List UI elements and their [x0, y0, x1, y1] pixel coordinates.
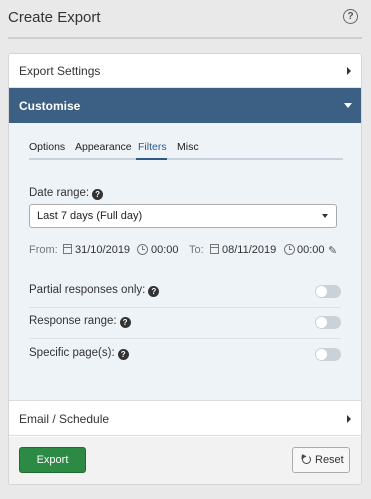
- help-icon[interactable]: ?: [119, 317, 131, 328]
- option-specific-pages: Specific page(s):?: [29, 339, 341, 369]
- tab-misc[interactable]: Misc: [177, 141, 199, 153]
- option-response-range: Response range:?: [29, 307, 341, 337]
- partial-responses-toggle[interactable]: [315, 285, 341, 298]
- section-customise-label: Customise: [19, 98, 81, 113]
- help-icon[interactable]: ?: [343, 9, 358, 24]
- pencil-icon[interactable]: ✎: [328, 244, 337, 257]
- from-label: From:: [29, 244, 58, 256]
- reset-icon: [302, 455, 311, 464]
- active-tab-indicator: [136, 158, 167, 160]
- date-range-readout: From: 31/10/2019 00:00 To: 08/11/2019 00…: [29, 243, 349, 259]
- option-label-text: Specific page(s):: [29, 347, 115, 359]
- calendar-icon[interactable]: [210, 244, 219, 254]
- specific-pages-toggle[interactable]: [315, 348, 341, 361]
- from-time[interactable]: 00:00: [151, 244, 179, 256]
- dialog-header: Create Export ?: [0, 0, 371, 39]
- tab-bar: Options Appearance Filters Misc: [29, 138, 343, 160]
- option-label: Partial responses only:?: [29, 284, 160, 297]
- option-label-text: Response range:: [29, 315, 117, 327]
- date-range-value: Last 7 days (Full day): [37, 210, 143, 222]
- section-email-schedule[interactable]: Email / Schedule: [9, 402, 361, 436]
- response-range-toggle[interactable]: [315, 316, 341, 329]
- option-label-text: Partial responses only:: [29, 284, 146, 296]
- export-button[interactable]: Export: [19, 447, 86, 473]
- export-panel: Export Settings Customise Options Appear…: [8, 53, 362, 485]
- chevron-right-icon: [347, 415, 351, 423]
- chevron-right-icon: [347, 67, 351, 75]
- to-date[interactable]: 08/11/2019: [222, 244, 276, 256]
- reset-button[interactable]: Reset: [292, 447, 350, 473]
- reset-button-label: Reset: [315, 454, 344, 466]
- calendar-icon[interactable]: [63, 244, 72, 254]
- tab-filters[interactable]: Filters: [138, 141, 167, 153]
- option-partial-responses: Partial responses only:?: [29, 276, 341, 306]
- option-label: Response range:?: [29, 315, 131, 328]
- date-range-select[interactable]: Last 7 days (Full day): [29, 204, 337, 228]
- tab-options[interactable]: Options: [29, 141, 65, 153]
- to-time[interactable]: 00:00: [297, 244, 325, 256]
- page-title: Create Export: [8, 9, 101, 26]
- customise-body: Options Appearance Filters Misc Date ran…: [9, 123, 361, 401]
- help-icon[interactable]: ?: [117, 349, 129, 360]
- tab-appearance[interactable]: Appearance: [75, 141, 132, 153]
- from-date[interactable]: 31/10/2019: [75, 244, 130, 256]
- section-customise[interactable]: Customise: [9, 88, 361, 123]
- clock-icon[interactable]: [284, 244, 295, 255]
- header-divider: [8, 37, 362, 39]
- section-export-settings-label: Export Settings: [19, 63, 101, 78]
- help-icon[interactable]: ?: [148, 286, 160, 297]
- dialog-footer: Export Reset: [9, 437, 361, 484]
- section-export-settings[interactable]: Export Settings: [9, 54, 361, 88]
- option-label: Specific page(s):?: [29, 347, 129, 360]
- chevron-down-icon: [344, 103, 352, 108]
- date-range-label-text: Date range:: [29, 187, 90, 199]
- clock-icon[interactable]: [137, 244, 148, 255]
- to-label: To:: [189, 244, 204, 256]
- dropdown-arrow-icon: [322, 214, 328, 218]
- help-icon[interactable]: ?: [92, 189, 104, 200]
- section-email-schedule-label: Email / Schedule: [19, 411, 110, 426]
- date-range-label: Date range:?: [29, 187, 104, 200]
